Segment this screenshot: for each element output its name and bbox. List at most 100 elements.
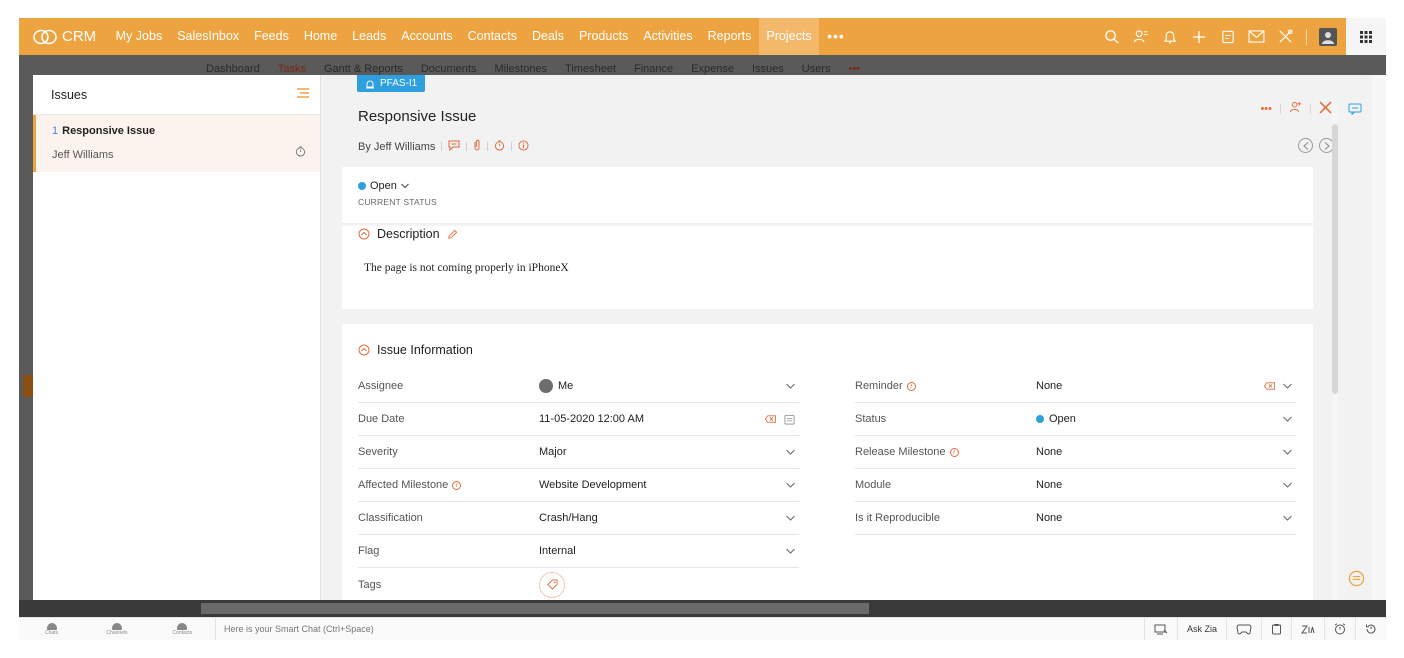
- bell-icon[interactable]: [1161, 28, 1178, 45]
- scrollbar-thumb[interactable]: [1332, 124, 1338, 394]
- nav-contacts[interactable]: Contacts: [460, 18, 524, 55]
- field-status[interactable]: Status Open: [855, 403, 1296, 436]
- close-icon[interactable]: [1319, 101, 1332, 117]
- nav-feeds[interactable]: Feeds: [247, 18, 297, 55]
- gamepad-icon[interactable]: [1226, 618, 1261, 640]
- chat-bubble-icon[interactable]: [1348, 103, 1362, 118]
- ask-zia-button[interactable]: Ask Zia: [1176, 618, 1226, 640]
- apps-grid-icon: [1360, 30, 1372, 43]
- field-value: None: [1036, 479, 1063, 491]
- nav-salesinbox[interactable]: SalesInbox: [170, 18, 247, 55]
- smart-chat-input[interactable]: Here is your Smart Chat (Ctrl+Space): [215, 617, 374, 640]
- nav-projects[interactable]: Projects: [758, 18, 820, 55]
- scrollbar-thumb[interactable]: [201, 603, 869, 614]
- background-subnav: Dashboard Tasks Gantt & Reports Document…: [206, 63, 860, 75]
- contacts-button[interactable]: Contacts: [150, 622, 215, 636]
- nav-home[interactable]: Home: [296, 18, 344, 55]
- field-value: Internal: [539, 545, 576, 557]
- chevron-down-icon: [786, 482, 795, 488]
- mail-icon[interactable]: [1248, 28, 1265, 45]
- field-affected-milestone[interactable]: Affected Milestone i Website Development: [358, 469, 799, 502]
- divider: [342, 223, 1313, 227]
- list-filter-icon[interactable]: [296, 87, 310, 102]
- tag-icon: [546, 579, 558, 590]
- field-flag[interactable]: Flag Internal: [358, 535, 799, 568]
- field-is-it-reproducible[interactable]: Is it Reproducible None: [855, 502, 1296, 535]
- clear-icon[interactable]: [765, 415, 776, 423]
- field-label: Reminder: [855, 380, 903, 392]
- issue-id-badge[interactable]: PFAS-I1: [357, 75, 426, 92]
- subnav-milestones: Milestones: [494, 63, 548, 75]
- nav-reports[interactable]: Reports: [700, 18, 759, 55]
- issue-header: PFAS-I1 Responsive Issue By Jeff William…: [321, 75, 1372, 167]
- channels-button[interactable]: Channels: [84, 622, 149, 636]
- info-icon[interactable]: [518, 139, 529, 154]
- issue-title[interactable]: Responsive Issue: [358, 108, 476, 125]
- add-tag-button[interactable]: [539, 571, 565, 598]
- description-text[interactable]: The page is not coming properly in iPhon…: [364, 262, 569, 274]
- bottom-tools: Ask Zia: [1143, 618, 1386, 640]
- feedback-icon[interactable]: [1348, 570, 1365, 590]
- clear-icon[interactable]: [1264, 382, 1275, 390]
- more-actions-button[interactable]: •••: [1260, 103, 1272, 115]
- info-icon[interactable]: i: [949, 447, 959, 457]
- field-reminder[interactable]: Reminder i None: [855, 370, 1296, 403]
- timer-icon[interactable]: [494, 139, 505, 154]
- nav-activities[interactable]: Activities: [636, 18, 700, 55]
- info-icon[interactable]: i: [906, 381, 916, 391]
- clipboard-icon[interactable]: [1261, 618, 1291, 640]
- issue-information-section-header[interactable]: Issue Information: [358, 343, 473, 357]
- status-value: Open: [370, 180, 397, 192]
- field-classification[interactable]: Classification Crash/Hang: [358, 502, 799, 535]
- chevron-down-icon: [1283, 482, 1292, 488]
- timer-icon[interactable]: [295, 146, 306, 160]
- calendar-icon[interactable]: [1219, 28, 1236, 45]
- detail-scrollbar[interactable]: [1332, 104, 1338, 604]
- chats-button[interactable]: Chats: [19, 622, 84, 636]
- contacts-icon: [177, 622, 188, 630]
- subnav-issues: Issues: [751, 63, 784, 75]
- field-label: Due Date: [358, 413, 405, 425]
- attachment-icon[interactable]: [473, 139, 481, 154]
- follow-user-icon[interactable]: [1289, 101, 1302, 117]
- field-label: Assignee: [358, 380, 404, 392]
- apps-grid-button[interactable]: [1346, 18, 1386, 55]
- nav-deals[interactable]: Deals: [525, 18, 572, 55]
- tools-icon[interactable]: [1277, 28, 1294, 45]
- alarm-icon[interactable]: [1324, 618, 1355, 640]
- info-icon[interactable]: i: [452, 480, 462, 490]
- issue-actions: •••: [1260, 101, 1332, 117]
- bottom-quick-links: Chats Channels Contacts: [19, 622, 215, 636]
- horizontal-scrollbar[interactable]: [19, 600, 1386, 617]
- screen-share-icon[interactable]: [1143, 618, 1177, 640]
- nav-leads[interactable]: Leads: [345, 18, 394, 55]
- nav-accounts[interactable]: Accounts: [394, 18, 460, 55]
- field-module[interactable]: Module None: [855, 469, 1296, 502]
- issues-list-header: Issues: [33, 75, 320, 115]
- previous-issue-button[interactable]: [1298, 138, 1313, 153]
- nav-more[interactable]: •••: [819, 18, 853, 55]
- edit-pencil-icon[interactable]: [447, 229, 458, 240]
- crm-window: CRM My Jobs SalesInbox Feeds Home Leads …: [19, 18, 1386, 640]
- field-value: None: [1036, 380, 1063, 392]
- chevron-down-icon: [1283, 416, 1292, 422]
- users-icon[interactable]: [1132, 28, 1149, 45]
- calendar-icon[interactable]: [784, 414, 795, 425]
- nav-my-jobs[interactable]: My Jobs: [108, 18, 170, 55]
- list-item[interactable]: 1 Responsive Issue Jeff Williams: [33, 115, 320, 172]
- comment-icon[interactable]: [448, 140, 460, 154]
- field-due-date[interactable]: Due Date 11-05-2020 12:00 AM: [358, 403, 799, 436]
- crm-logo[interactable]: CRM: [33, 28, 96, 45]
- nav-products[interactable]: Products: [571, 18, 635, 55]
- description-section-header[interactable]: Description: [358, 227, 458, 241]
- search-icon[interactable]: [1103, 28, 1120, 45]
- plus-icon[interactable]: [1190, 28, 1207, 45]
- field-severity[interactable]: Severity Major: [358, 436, 799, 469]
- zia-icon[interactable]: [1291, 618, 1324, 640]
- field-assignee[interactable]: Assignee Me: [358, 370, 799, 403]
- field-label: Status: [855, 413, 887, 425]
- user-avatar[interactable]: [1319, 27, 1337, 46]
- field-release-milestone[interactable]: Release Milestone i None: [855, 436, 1296, 469]
- status-dropdown[interactable]: Open: [358, 180, 409, 192]
- history-icon[interactable]: [1355, 618, 1386, 640]
